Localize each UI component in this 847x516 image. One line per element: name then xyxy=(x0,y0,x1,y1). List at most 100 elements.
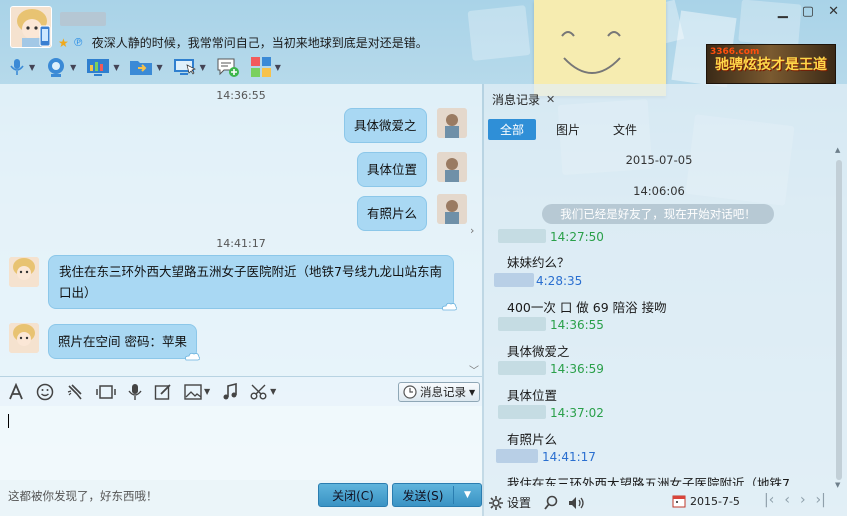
scroll-down-icon[interactable]: ﹀ xyxy=(469,362,479,377)
screen-share-button[interactable]: ▼ xyxy=(86,57,119,77)
history-message: 有照片么 xyxy=(507,432,558,447)
sms-icon xyxy=(217,58,239,77)
contact-name-redacted xyxy=(60,12,106,26)
volume-button[interactable] xyxy=(567,495,585,511)
search-button[interactable] xyxy=(543,495,559,511)
scroll-up-icon[interactable]: ▲ xyxy=(835,146,840,154)
voice-call-button[interactable]: ▼ xyxy=(8,57,35,77)
friend-avatar[interactable] xyxy=(9,323,39,353)
my-avatar[interactable] xyxy=(437,108,467,138)
collapse-panel-icon[interactable]: › xyxy=(470,224,474,237)
image-icon xyxy=(184,383,202,400)
mobile-online-icon xyxy=(39,25,51,47)
friend-avatar[interactable] xyxy=(9,257,39,287)
file-transfer-button[interactable]: ▼ xyxy=(129,57,163,77)
message-input[interactable] xyxy=(0,406,482,480)
remote-desktop-button[interactable]: ▼ xyxy=(173,57,206,77)
voice-message-button[interactable] xyxy=(128,383,142,401)
history-tabs: 全部 图片 文件 xyxy=(488,119,658,140)
system-message-text: 我们已经是好友了，现在开始对话吧！ xyxy=(560,207,756,221)
chat-message-area[interactable]: 14:36:55 具体微爱之 具体位置 有照片么 14:41:17 我住在东三环… xyxy=(0,84,482,377)
send-image-button[interactable]: ▼ xyxy=(184,383,210,400)
bottom-tip: 这都被你发现了，好东西哦！ xyxy=(8,489,158,503)
message-time: 14:36:55 xyxy=(550,318,604,332)
sender-name-redacted xyxy=(498,317,546,331)
emoji-button[interactable] xyxy=(36,383,54,401)
scroll-down-icon[interactable]: ▼ xyxy=(835,481,840,489)
send-options-icon[interactable]: ▼ xyxy=(454,490,481,500)
doodle-button[interactable] xyxy=(154,383,172,401)
friend-message-bubble[interactable]: 我住在东三环外西大望路五洲女子医院附近（地铁7号线九龙山站东南口出） xyxy=(48,255,457,311)
star-icon: ★ xyxy=(58,35,69,50)
settings-button[interactable]: 设置 xyxy=(488,494,531,511)
video-call-button[interactable]: ▼ xyxy=(45,56,76,78)
text-caret xyxy=(8,414,9,428)
history-date: 2015-07-05 xyxy=(625,153,693,167)
my-avatar[interactable] xyxy=(437,152,467,182)
scroll-thumb[interactable] xyxy=(836,160,842,480)
game-ad-banner[interactable]: 3366.com 驰骋炫技才是王道 xyxy=(706,44,836,84)
scissors-button[interactable]: ▼ xyxy=(250,383,276,401)
history-message: 具体位置 xyxy=(507,388,558,403)
settings-label: 设置 xyxy=(507,496,532,510)
sender-name-redacted xyxy=(498,229,546,243)
close-icon[interactable]: ✕ xyxy=(828,4,839,19)
minimize-icon[interactable]: ▁ xyxy=(778,4,788,19)
prev-page-icon[interactable]: ‹ xyxy=(784,492,790,508)
my-message-bubble[interactable]: 具体位置 xyxy=(357,152,428,187)
history-list[interactable]: 2015-07-05 14:06:06 我们已经是好友了，现在开始对话吧！ 14… xyxy=(484,146,834,486)
message-text: 有照片么 xyxy=(367,206,418,221)
font-icon xyxy=(9,382,23,399)
music-button[interactable] xyxy=(222,382,238,401)
tab-files[interactable]: 文件 xyxy=(592,119,658,140)
contact-avatar[interactable] xyxy=(10,6,52,48)
bubble-cloud-icon xyxy=(442,302,457,311)
friend-message-bubble[interactable]: 照片在空间 密码：苹果 xyxy=(48,324,200,361)
chat-timestamp: 14:41:17 xyxy=(216,237,266,250)
message-time: 14:27:50 xyxy=(550,230,604,244)
send-sms-button[interactable] xyxy=(216,56,240,78)
chat-timestamp: 14:36:55 xyxy=(216,89,266,102)
apps-grid-icon xyxy=(250,57,271,77)
contact-signature: 夜深人静的时候，我常常问自己，当初来地球到底是对还是错。 xyxy=(91,36,428,50)
first-page-icon[interactable]: |‹ xyxy=(764,492,774,508)
message-time: 14:37:02 xyxy=(550,406,604,420)
chat-header: ★ ℗ 夜深人静的时候，我常常问自己，当初来地球到底是对还是错。 ▼ ▼ ▼ ▼… xyxy=(0,0,847,84)
video-camera-icon xyxy=(48,58,65,77)
my-message-bubble[interactable]: 有照片么 xyxy=(357,196,428,231)
sender-name-redacted xyxy=(498,405,546,419)
screenshot-icon xyxy=(96,384,116,399)
my-avatar[interactable] xyxy=(437,194,467,224)
history-date-picker[interactable]: 2015-7-5 xyxy=(672,494,740,508)
shake-button[interactable] xyxy=(66,383,84,401)
history-message: 妹妹约么？ xyxy=(507,255,570,270)
tab-images[interactable]: 图片 xyxy=(544,119,592,140)
window-controls: ▁ ▢ ✕ xyxy=(778,4,839,19)
speaker-icon xyxy=(569,496,584,509)
maximize-icon[interactable]: ▢ xyxy=(802,4,814,19)
microphone-icon xyxy=(10,59,24,75)
tab-all[interactable]: 全部 xyxy=(488,119,536,140)
apps-button[interactable]: ▼ xyxy=(250,56,281,78)
chat-toolbar: ▼ ▼ ▼ ▼ ▼ ▼ xyxy=(8,54,281,80)
send-button-label: 发送(S) xyxy=(402,488,444,503)
clock-icon xyxy=(403,385,417,399)
music-icon xyxy=(223,382,237,399)
close-button[interactable]: 关闭(C) xyxy=(318,483,388,507)
send-button[interactable]: 发送(S) ▼ xyxy=(392,483,482,507)
message-text: 具体位置 xyxy=(367,162,418,177)
search-icon xyxy=(544,495,558,510)
doodle-icon xyxy=(154,383,171,400)
history-message: 400一次 口 做 69 陪浴 接吻 xyxy=(507,300,667,315)
next-page-icon[interactable]: › xyxy=(800,492,806,508)
screenshot-button[interactable] xyxy=(96,383,116,401)
calendar-icon xyxy=(672,495,686,508)
close-icon[interactable]: ✕ xyxy=(546,93,555,106)
last-page-icon[interactable]: ›| xyxy=(816,492,826,508)
message-time: 14:36:59 xyxy=(550,362,604,376)
message-history-button[interactable]: 消息记录 ▼ xyxy=(398,382,480,402)
my-message-bubble[interactable]: 具体微爱之 xyxy=(344,108,427,143)
font-button[interactable] xyxy=(8,382,24,401)
screen-share-icon xyxy=(87,59,110,76)
remote-desktop-icon xyxy=(173,59,196,75)
